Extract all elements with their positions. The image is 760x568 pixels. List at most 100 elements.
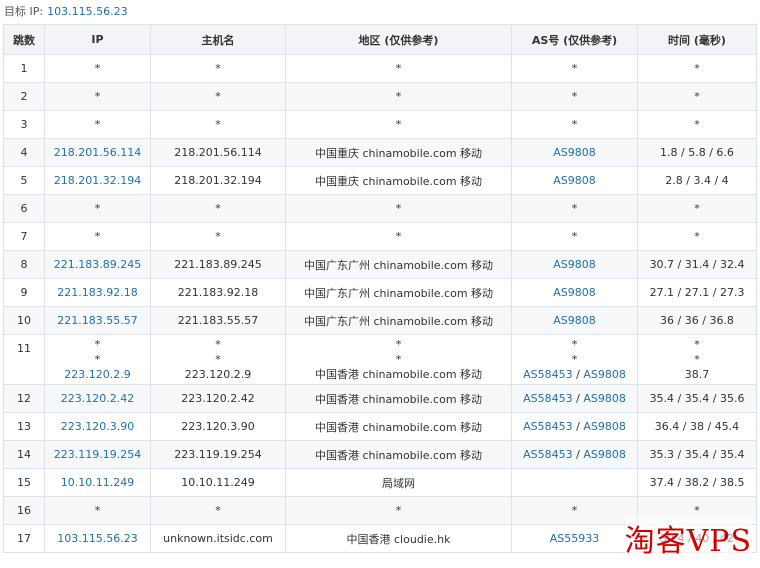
as-link[interactable]: AS58453 bbox=[523, 448, 573, 461]
table-row: 3 * * * * * bbox=[3, 110, 757, 139]
ip-link[interactable]: 223.119.19.254 bbox=[54, 448, 141, 461]
as-link[interactable]: AS9808 bbox=[583, 420, 626, 433]
hop-cell: 13 bbox=[3, 412, 45, 441]
time-text: 30.7 / 31.4 / 32.4 bbox=[649, 258, 745, 271]
ip-cell: * * 223.120.2.9 bbox=[44, 334, 151, 385]
time-text: * bbox=[694, 118, 700, 131]
ip-link[interactable]: 221.183.89.245 bbox=[54, 258, 141, 271]
ip-link[interactable]: 223.120.3.90 bbox=[61, 420, 134, 433]
as-link[interactable]: AS9808 bbox=[553, 146, 596, 159]
ip-link[interactable]: 103.115.56.23 bbox=[57, 532, 137, 545]
region-cell: * bbox=[285, 222, 512, 251]
ip-link[interactable]: 10.10.11.249 bbox=[61, 476, 134, 489]
region-text: * bbox=[395, 118, 402, 131]
hop-cell: 4 bbox=[3, 138, 45, 167]
as-link[interactable]: AS9808 bbox=[553, 314, 596, 327]
as-link[interactable]: AS55933 bbox=[550, 532, 600, 545]
table-row: 15 10.10.11.249 10.10.11.249 局域网 37.4 / 38.… bbox=[3, 468, 757, 497]
hostname-text: 223.120.2.42 bbox=[181, 392, 255, 405]
ip-cell: 221.183.92.18 bbox=[44, 278, 151, 307]
region-text: 中国重庆 chinamobile.com 移动 bbox=[314, 146, 483, 160]
ip-cell: 218.201.56.114 bbox=[44, 138, 151, 167]
table-row: 10 221.183.55.57 221.183.55.57 中国广东广州 china… bbox=[3, 306, 757, 335]
as-link[interactable]: AS9808 bbox=[553, 286, 596, 299]
ip-text: * bbox=[94, 230, 101, 243]
hostname-text: * bbox=[215, 230, 221, 243]
ip-link[interactable]: 218.201.56.114 bbox=[54, 146, 141, 159]
as-cell: AS58453 / AS9808 bbox=[511, 440, 638, 469]
hop-cell: 9 bbox=[3, 278, 45, 307]
table-row: 4 218.201.56.114 218.201.56.114 中国重庆 chinam… bbox=[3, 138, 757, 167]
table-row: 12 223.120.2.42 223.120.2.42 中国香港 chinamobi… bbox=[3, 384, 757, 413]
time-cell: * bbox=[637, 82, 757, 111]
ip-link[interactable]: 223.120.2.9 bbox=[64, 368, 130, 381]
table-row: 7 * * * * * bbox=[3, 222, 757, 251]
table-body: 1 * * * * * 2 * * * * * 3 * * * * * 4 218.201.56.114 218.201… bbox=[3, 54, 757, 553]
hop-cell: 5 bbox=[3, 166, 45, 195]
hostname-cell: * bbox=[150, 54, 286, 83]
hostname-cell: 218.201.56.114 bbox=[150, 138, 286, 167]
hop-cell: 6 bbox=[3, 194, 45, 223]
time-cell: 35.3 / 35.4 / 35.4 bbox=[637, 440, 757, 469]
hostname-cell: * bbox=[150, 496, 286, 525]
as-link[interactable]: AS9808 bbox=[583, 448, 626, 461]
col-header-hop: 跳数 bbox=[3, 24, 45, 55]
ip-cell: * bbox=[44, 110, 151, 139]
ip-cell: 218.201.32.194 bbox=[44, 166, 151, 195]
region-text: 中国香港 chinamobile.com 移动 bbox=[314, 448, 483, 462]
as-cell: AS9808 bbox=[511, 306, 638, 335]
as-link[interactable]: AS58453 bbox=[523, 420, 573, 433]
table-row: 8 221.183.89.245 221.183.89.245 中国广东广州 chin… bbox=[3, 250, 757, 279]
ip-cell: * bbox=[44, 54, 151, 83]
ip-cell: 10.10.11.249 bbox=[44, 468, 151, 497]
as-link[interactable]: AS9808 bbox=[553, 258, 596, 271]
hop-cell: 8 bbox=[3, 250, 45, 279]
region-text: 中国广东广州 chinamobile.com 移动 bbox=[303, 286, 494, 300]
table-row: 5 218.201.32.194 218.201.32.194 中国重庆 chinam… bbox=[3, 166, 757, 195]
col-header-hostname: 主机名 bbox=[150, 24, 286, 55]
as-cell: * bbox=[511, 82, 638, 111]
hop-cell: 17 bbox=[3, 524, 45, 553]
time-cell: 2.8 / 3.4 / 4 bbox=[637, 166, 757, 195]
as-text: * bbox=[571, 118, 578, 131]
ip-link[interactable]: 221.183.92.18 bbox=[57, 286, 137, 299]
hostname-cell: * bbox=[150, 194, 286, 223]
hostname-text: * bbox=[215, 202, 221, 215]
time-text: 36 / 36 / 36.8 bbox=[660, 314, 734, 327]
as-separator: / bbox=[572, 448, 584, 461]
ip-text: * bbox=[94, 338, 101, 351]
region-text: * bbox=[395, 353, 402, 366]
watermark-logo: 淘客VPS bbox=[624, 516, 752, 560]
as-cell: * bbox=[511, 54, 638, 83]
time-cell: * bbox=[637, 194, 757, 223]
region-text: 中国香港 cloudie.hk bbox=[346, 532, 451, 546]
time-text: 2.8 / 3.4 / 4 bbox=[665, 174, 729, 187]
hostname-text: 223.120.3.90 bbox=[181, 420, 255, 433]
ip-cell: 221.183.89.245 bbox=[44, 250, 151, 279]
table-row: 2 * * * * * bbox=[3, 82, 757, 111]
time-text: 1.8 / 5.8 / 6.6 bbox=[660, 146, 734, 159]
as-cell bbox=[511, 468, 638, 497]
region-cell: 中国重庆 chinamobile.com 移动 bbox=[285, 138, 512, 167]
as-link[interactable]: AS9808 bbox=[553, 174, 596, 187]
ip-link[interactable]: 218.201.32.194 bbox=[54, 174, 141, 187]
ip-link[interactable]: 223.120.2.42 bbox=[61, 392, 134, 405]
table-row: 6 * * * * * bbox=[3, 194, 757, 223]
as-cell: * bbox=[511, 110, 638, 139]
ip-link[interactable]: 221.183.55.57 bbox=[57, 314, 137, 327]
hop-cell: 16 bbox=[3, 496, 45, 525]
region-cell: 中国广东广州 chinamobile.com 移动 bbox=[285, 306, 512, 335]
as-cell: * * AS58453 / AS9808 bbox=[511, 334, 638, 385]
as-link[interactable]: AS9808 bbox=[583, 392, 626, 405]
hostname-text: 223.119.19.254 bbox=[174, 448, 262, 461]
region-text: * bbox=[395, 504, 402, 517]
as-link[interactable]: AS58453 bbox=[523, 392, 573, 405]
as-cell: AS55933 bbox=[511, 524, 638, 553]
as-link[interactable]: AS58453 bbox=[523, 368, 573, 381]
as-link[interactable]: AS9808 bbox=[583, 368, 626, 381]
hostname-cell: * * 223.120.2.9 bbox=[150, 334, 286, 385]
hostname-cell: 221.183.55.57 bbox=[150, 306, 286, 335]
as-text: * bbox=[571, 338, 578, 351]
col-header-as: AS号 (仅供参考) bbox=[511, 24, 638, 55]
as-cell: AS58453 / AS9808 bbox=[511, 412, 638, 441]
